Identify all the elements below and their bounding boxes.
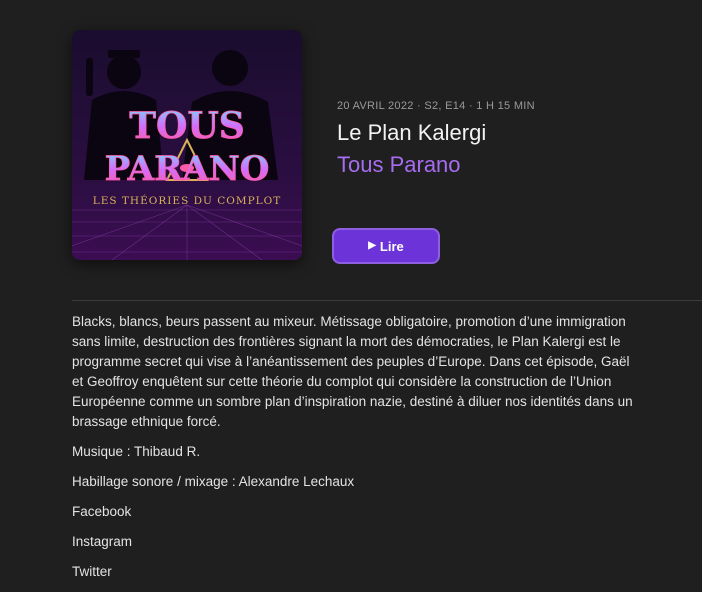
social-link-facebook[interactable]: Facebook [72, 502, 642, 522]
artwork-title-line2: PARANO [105, 149, 270, 189]
play-button-label: Lire [379, 238, 404, 254]
play-button[interactable]: ▶ Lire [332, 228, 440, 264]
description-music-credit: Musique : Thibaud R. [72, 444, 201, 459]
description-mixing-credit: Habillage sonore / mixage : Alexandre Le… [72, 474, 355, 489]
episode-header: 20 AVRIL 2022 · S2, E14 · 1 H 15 MIN Le … [337, 100, 535, 178]
artwork-title-line1: TOUS [129, 105, 245, 147]
social-link-twitter[interactable]: Twitter [72, 562, 642, 582]
play-icon: ▶ [368, 240, 376, 251]
episode-description: Blacks, blancs, beurs passent au mixeur.… [72, 312, 642, 592]
divider [72, 300, 702, 301]
episode-meta: 20 AVRIL 2022 · S2, E14 · 1 H 15 MIN [337, 100, 535, 112]
episode-title: Le Plan Kalergi [337, 120, 487, 145]
artwork-image: TOUS PARANO LES THÉORIES DU COMPLOT [72, 30, 302, 260]
podcast-artwork: TOUS PARANO LES THÉORIES DU COMPLOT [72, 30, 302, 260]
social-link-instagram[interactable]: Instagram [72, 532, 642, 552]
show-link[interactable]: Tous Parano [337, 152, 535, 178]
artwork-tagline: LES THÉORIES DU COMPLOT [93, 193, 282, 207]
description-summary: Blacks, blancs, beurs passent au mixeur.… [72, 314, 633, 429]
